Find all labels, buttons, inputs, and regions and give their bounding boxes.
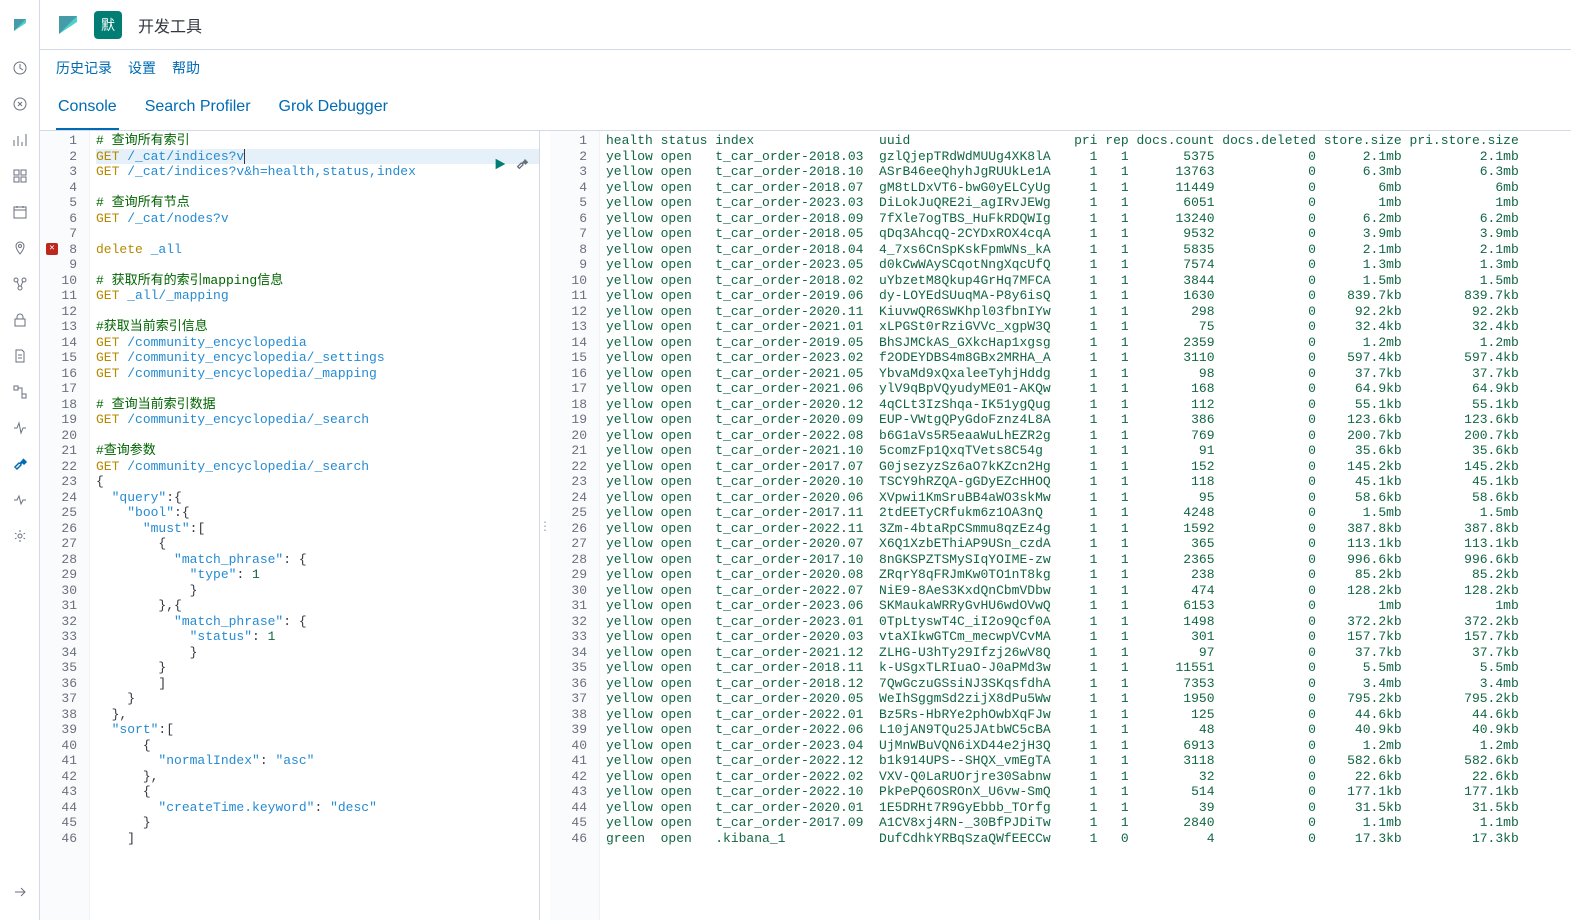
devtools-icon[interactable] bbox=[0, 446, 40, 482]
response-panel: 1234567891011121314151617181920212223242… bbox=[550, 131, 1571, 920]
tab-grok[interactable]: Grok Debugger bbox=[277, 86, 390, 130]
document-icon[interactable] bbox=[0, 338, 40, 374]
editor-code[interactable]: # 查询所有索引GET /_cat/indices?vGET /_cat/ind… bbox=[90, 131, 539, 920]
run-button[interactable] bbox=[493, 157, 507, 171]
lock-icon[interactable] bbox=[0, 302, 40, 338]
header: 默 开发工具 bbox=[40, 0, 1571, 50]
page-title: 开发工具 bbox=[138, 13, 202, 37]
panel-resizer[interactable]: ⋮ bbox=[540, 131, 550, 920]
grid-icon[interactable] bbox=[0, 158, 40, 194]
kibana-logo[interactable] bbox=[0, 7, 40, 43]
monitor-icon[interactable] bbox=[0, 482, 40, 518]
clock-icon[interactable] bbox=[0, 50, 40, 86]
pin-icon[interactable] bbox=[0, 230, 40, 266]
compass-icon[interactable] bbox=[0, 86, 40, 122]
output-code[interactable]: health status index uuid pri rep docs.co… bbox=[600, 131, 1571, 920]
nav-sidebar bbox=[0, 0, 40, 920]
request-panel[interactable]: 12345678✕9101112131415161718192021222324… bbox=[40, 131, 540, 920]
gear-icon[interactable] bbox=[0, 518, 40, 554]
uptime-icon[interactable] bbox=[0, 410, 40, 446]
header-badge: 默 bbox=[94, 11, 122, 39]
app-logo-icon bbox=[56, 13, 80, 37]
subheader: 历史记录 设置 帮助 bbox=[40, 50, 1571, 86]
editor-gutter: 12345678✕9101112131415161718192021222324… bbox=[40, 131, 90, 920]
tab-profiler[interactable]: Search Profiler bbox=[143, 86, 253, 130]
chart-icon[interactable] bbox=[0, 122, 40, 158]
link-history[interactable]: 历史记录 bbox=[56, 58, 112, 78]
link-help[interactable]: 帮助 bbox=[172, 58, 200, 78]
options-button[interactable] bbox=[515, 157, 529, 171]
tab-console[interactable]: Console bbox=[56, 86, 119, 130]
collapse-icon[interactable] bbox=[0, 874, 40, 910]
tabs: Console Search Profiler Grok Debugger bbox=[40, 86, 1571, 131]
output-gutter: 1234567891011121314151617181920212223242… bbox=[550, 131, 600, 920]
calendar-icon[interactable] bbox=[0, 194, 40, 230]
error-marker: ✕ bbox=[46, 243, 58, 255]
pipeline-icon[interactable] bbox=[0, 374, 40, 410]
graph-icon[interactable] bbox=[0, 266, 40, 302]
link-settings[interactable]: 设置 bbox=[128, 58, 156, 78]
